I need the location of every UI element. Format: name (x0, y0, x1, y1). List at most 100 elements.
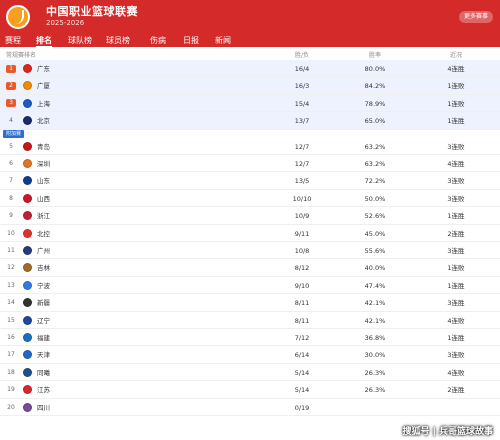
column-pct: 胜率 (368, 52, 381, 59)
table-row[interactable]: 8 山西 10/10 50.0% 3连败 (0, 190, 500, 208)
table-row[interactable]: 5 青岛 12/7 63.2% 3连败 (0, 138, 500, 155)
streak-cell: 2连胜 (447, 386, 465, 395)
streak-cell: 1连胜 (447, 212, 465, 221)
more-events-button[interactable]: 更多赛事 (458, 11, 493, 23)
table-row[interactable]: 2 广厦 16/3 84.2% 1连败 (0, 77, 500, 95)
team-name: 辽宁 (37, 316, 50, 325)
table-row[interactable]: 16 福建 7/12 36.8% 1连胜 (0, 329, 500, 347)
team-logo-icon (23, 402, 32, 412)
streak-cell: 1连败 (447, 82, 465, 91)
streak-cell: 1连胜 (447, 281, 465, 290)
team-name: 四川 (37, 403, 50, 412)
win-pct-cell: 26.3% (364, 368, 386, 377)
team-name: 北京 (37, 117, 50, 126)
win-loss-cell: 10/10 (292, 194, 312, 203)
streak-cell: 1连败 (447, 99, 465, 108)
table-row[interactable]: 17 天津 6/14 30.0% 3连败 (0, 346, 500, 364)
win-loss-cell: 9/10 (294, 281, 310, 290)
team-logo-icon (23, 211, 32, 221)
win-pct-cell: 63.2% (364, 160, 386, 168)
tab-5[interactable]: 日报 (183, 35, 199, 46)
tab-bar: 赛程 排名 球队榜 球员榜 伤病 日报 新闻 (0, 34, 500, 48)
team-name: 上海 (37, 99, 50, 108)
rank-cell: 6 (9, 160, 13, 167)
win-pct-cell: 50.0% (364, 194, 386, 203)
app-header: 中国职业篮球联赛 2025-2026 更多赛事 (0, 0, 500, 34)
season-label: 2025-2026 (46, 19, 85, 27)
win-pct-cell: 80.0% (364, 65, 386, 73)
table-row[interactable]: 1 广东 16/4 80.0% 4连胜 (0, 60, 500, 78)
rank-cell: 3 (6, 99, 16, 108)
streak-cell: 1连败 (447, 264, 465, 273)
win-loss-cell: 0/19 (294, 403, 310, 412)
table-row[interactable]: 12 吉林 8/12 40.0% 1连败 (0, 259, 500, 277)
win-loss-cell: 10/9 (294, 212, 310, 221)
team-logo-icon (23, 81, 32, 91)
rank-cell: 8 (9, 194, 13, 202)
table-row[interactable]: 15 辽宁 8/11 42.1% 4连败 (0, 312, 500, 329)
rank-cell: 4 (9, 117, 13, 125)
rank-cell: 13 (7, 281, 15, 289)
rank-cell: 12 (7, 264, 15, 272)
team-name: 北控 (37, 229, 50, 238)
win-loss-cell: 13/5 (294, 177, 310, 186)
rank-cell: 20 (7, 403, 15, 411)
rank-cell: 2 (6, 81, 16, 90)
win-loss-cell: 10/8 (294, 247, 310, 255)
tab-0[interactable]: 赛程 (5, 35, 21, 46)
team-logo-icon (23, 350, 32, 360)
tab-6[interactable]: 新闻 (215, 35, 231, 46)
streak-cell: 3连败 (447, 351, 465, 360)
win-pct-cell: 72.2% (364, 177, 386, 186)
tab-2[interactable]: 球队榜 (68, 35, 92, 46)
rank-cell: 18 (7, 368, 15, 376)
table-row[interactable]: 14 新疆 8/11 42.1% 3连胜 (0, 294, 500, 312)
rank-cell: 10 (7, 229, 15, 237)
table-row[interactable]: 9 浙江 10/9 52.6% 1连胜 (0, 207, 500, 225)
win-loss-cell: 5/14 (294, 386, 310, 395)
win-pct-cell: 63.2% (364, 142, 386, 151)
table-row[interactable]: 20 四川 0/19 (0, 399, 500, 416)
win-pct-cell: 47.4% (364, 281, 386, 290)
rank-cell: 11 (7, 247, 15, 254)
table-row[interactable]: 13 宁波 9/10 47.4% 1连胜 (0, 277, 500, 295)
win-pct-cell: 36.8% (364, 334, 386, 342)
table-row[interactable]: 10 北控 9/11 45.0% 2连胜 (0, 225, 500, 242)
team-name: 吉林 (37, 264, 50, 273)
win-pct-cell: 30.0% (364, 351, 386, 360)
table-row[interactable]: 7 山东 13/5 72.2% 3连败 (0, 172, 500, 190)
streak-cell: 4连胜 (447, 65, 465, 73)
win-pct-cell: 78.9% (364, 99, 386, 108)
rank-cell: 16 (7, 334, 15, 341)
streak-cell: 1连胜 (447, 117, 465, 126)
table-row[interactable]: 3 上海 15/4 78.9% 1连败 (0, 94, 500, 113)
team-name: 宁波 (37, 281, 50, 290)
streak-cell: 3连败 (447, 142, 465, 151)
team-logo-icon (23, 176, 32, 186)
rank-cell: 5 (9, 142, 13, 150)
streak-cell: 3连胜 (447, 247, 465, 255)
streak-cell: 4连胜 (447, 160, 465, 168)
table-row[interactable]: 18 同曦 5/14 26.3% 4连败 (0, 364, 500, 382)
team-logo-icon (23, 141, 32, 151)
win-pct-cell: 45.0% (364, 229, 386, 238)
team-logo-icon (23, 263, 32, 273)
team-name: 广厦 (37, 82, 50, 91)
table-row[interactable]: 4 北京 13/7 65.0% 1连胜 (0, 112, 500, 130)
team-name: 天津 (37, 351, 50, 360)
tab-4[interactable]: 伤病 (150, 35, 166, 46)
win-pct-cell: 40.0% (364, 264, 386, 273)
streak-cell: 4连败 (447, 368, 465, 377)
table-row[interactable]: 11 广州 10/8 55.6% 3连胜 (0, 242, 500, 260)
win-loss-cell: 8/11 (294, 299, 310, 308)
column-streak: 近况 (449, 52, 462, 59)
team-name: 山东 (37, 177, 50, 186)
more-events-label: 更多赛事 (463, 13, 488, 20)
rank-cell: 9 (9, 212, 13, 220)
tab-3[interactable]: 球员榜 (106, 35, 130, 46)
win-pct-cell: 52.6% (364, 212, 386, 221)
table-row[interactable]: 19 江苏 5/14 26.3% 2连胜 (0, 381, 500, 399)
streak-cell: 4连败 (447, 316, 465, 325)
page-title: 中国职业篮球联赛 (46, 5, 138, 18)
table-row[interactable]: 6 深圳 12/7 63.2% 4连胜 (0, 155, 500, 173)
